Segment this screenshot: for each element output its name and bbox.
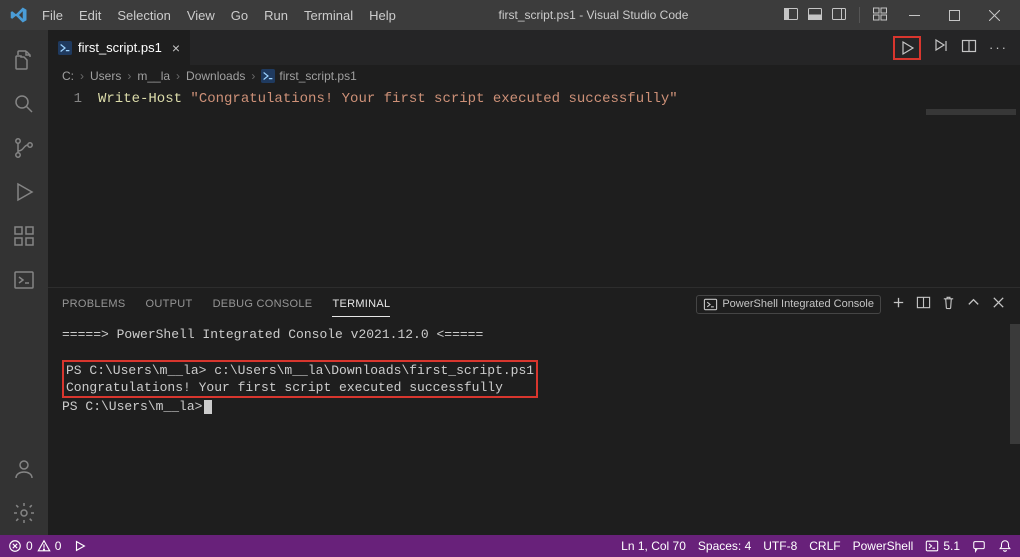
more-actions-icon[interactable]: ··· xyxy=(989,40,1008,55)
powershell-file-icon xyxy=(261,69,275,83)
extensions-icon[interactable] xyxy=(0,214,48,258)
customize-layout-icon[interactable] xyxy=(872,6,888,25)
window-title: first_script.ps1 - Visual Studio Code xyxy=(404,8,783,22)
status-bar: 0 0 Ln 1, Col 70 Spaces: 4 UTF-8 CRLF Po… xyxy=(0,535,1020,557)
close-panel-icon[interactable] xyxy=(991,295,1006,313)
close-button[interactable] xyxy=(974,0,1014,30)
tab-filename: first_script.ps1 xyxy=(78,40,162,55)
toggle-panel-right-icon[interactable] xyxy=(831,6,847,25)
status-cursor-position[interactable]: Ln 1, Col 70 xyxy=(621,539,686,553)
main-menu: File Edit Selection View Go Run Terminal… xyxy=(34,4,404,27)
editor-tab-bar: first_script.ps1 × ··· xyxy=(48,30,1020,65)
status-errors-count: 0 xyxy=(26,539,33,553)
terminal-prompt: PS C:\Users\m__la> xyxy=(62,399,202,414)
kill-terminal-icon[interactable] xyxy=(941,295,956,313)
menu-view[interactable]: View xyxy=(179,4,223,27)
activity-bar xyxy=(0,30,48,535)
source-control-icon[interactable] xyxy=(0,126,48,170)
powershell-console-icon[interactable] xyxy=(0,258,48,302)
panel-scrollbar[interactable] xyxy=(1010,324,1020,444)
breadcrumb-segment[interactable]: Users xyxy=(90,69,121,83)
terminal-line: =====> PowerShell Integrated Console v20… xyxy=(62,327,483,342)
menu-run[interactable]: Run xyxy=(256,4,296,27)
breadcrumb[interactable]: C:› Users› m__la› Downloads› first_scrip… xyxy=(48,65,1020,87)
settings-gear-icon[interactable] xyxy=(0,491,48,535)
breadcrumb-segment[interactable]: m__la xyxy=(137,69,170,83)
powershell-terminal-icon xyxy=(703,297,718,312)
powershell-file-icon xyxy=(58,41,72,55)
code-token-string: "Congratulations! Your first script exec… xyxy=(190,91,677,107)
maximize-button[interactable] xyxy=(934,0,974,30)
explorer-icon[interactable] xyxy=(0,38,48,82)
status-indentation[interactable]: Spaces: 4 xyxy=(698,539,751,553)
status-eol[interactable]: CRLF xyxy=(809,539,840,553)
bottom-panel: PROBLEMS OUTPUT DEBUG CONSOLE TERMINAL P… xyxy=(48,287,1020,535)
toggle-panel-bottom-icon[interactable] xyxy=(807,6,823,25)
new-terminal-icon[interactable] xyxy=(891,295,906,313)
status-errors[interactable]: 0 0 xyxy=(8,539,61,553)
breadcrumb-segment[interactable]: Downloads xyxy=(186,69,245,83)
editor-tab-active[interactable]: first_script.ps1 × xyxy=(48,30,190,65)
panel-tab-debug-console[interactable]: DEBUG CONSOLE xyxy=(213,292,313,316)
run-debug-icon[interactable] xyxy=(0,170,48,214)
status-language-mode[interactable]: PowerShell xyxy=(853,539,914,553)
menu-go[interactable]: Go xyxy=(223,4,256,27)
terminal-profile-label: PowerShell Integrated Console xyxy=(722,298,874,310)
panel-tab-terminal[interactable]: TERMINAL xyxy=(332,292,390,317)
editor-empty-space[interactable] xyxy=(48,109,1020,287)
code-editor[interactable]: 1 Write-Host "Congratulations! Your firs… xyxy=(48,87,1020,109)
minimap-overlay[interactable] xyxy=(926,109,1016,115)
split-terminal-icon[interactable] xyxy=(916,295,931,313)
title-bar: File Edit Selection View Go Run Terminal… xyxy=(0,0,1020,30)
split-editor-icon[interactable] xyxy=(961,38,977,57)
search-icon[interactable] xyxy=(0,82,48,126)
menu-terminal[interactable]: Terminal xyxy=(296,4,361,27)
run-selection-icon[interactable] xyxy=(933,38,949,57)
tab-close-icon[interactable]: × xyxy=(172,40,180,56)
panel-tab-output[interactable]: OUTPUT xyxy=(146,292,193,316)
menu-file[interactable]: File xyxy=(34,4,71,27)
vscode-logo-icon xyxy=(10,6,28,24)
status-encoding[interactable]: UTF-8 xyxy=(763,539,797,553)
toggle-panel-left-icon[interactable] xyxy=(783,6,799,25)
terminal-output[interactable]: =====> PowerShell Integrated Console v20… xyxy=(48,320,1020,535)
accounts-icon[interactable] xyxy=(0,447,48,491)
panel-tab-problems[interactable]: PROBLEMS xyxy=(62,292,126,316)
breadcrumb-file[interactable]: first_script.ps1 xyxy=(279,69,356,83)
status-powershell-version[interactable]: 5.1 xyxy=(925,539,960,553)
terminal-cursor xyxy=(204,400,212,414)
status-notifications-icon[interactable] xyxy=(998,539,1012,553)
terminal-line: PS C:\Users\m__la> c:\Users\m__la\Downlo… xyxy=(66,363,534,378)
run-script-button[interactable] xyxy=(893,36,921,60)
status-ps-version-value: 5.1 xyxy=(943,539,960,553)
separator xyxy=(859,7,860,23)
status-warnings-count: 0 xyxy=(55,539,62,553)
status-run-indicator[interactable] xyxy=(73,539,87,553)
terminal-line: Congratulations! Your first script execu… xyxy=(66,380,503,395)
breadcrumb-segment[interactable]: C: xyxy=(62,69,74,83)
line-number: 1 xyxy=(48,89,98,109)
menu-edit[interactable]: Edit xyxy=(71,4,109,27)
minimize-button[interactable] xyxy=(894,0,934,30)
status-feedback-icon[interactable] xyxy=(972,539,986,553)
menu-help[interactable]: Help xyxy=(361,4,404,27)
code-token-command: Write-Host xyxy=(98,91,182,107)
terminal-profile-dropdown[interactable]: PowerShell Integrated Console xyxy=(696,295,881,314)
maximize-panel-icon[interactable] xyxy=(966,295,981,313)
menu-selection[interactable]: Selection xyxy=(109,4,178,27)
